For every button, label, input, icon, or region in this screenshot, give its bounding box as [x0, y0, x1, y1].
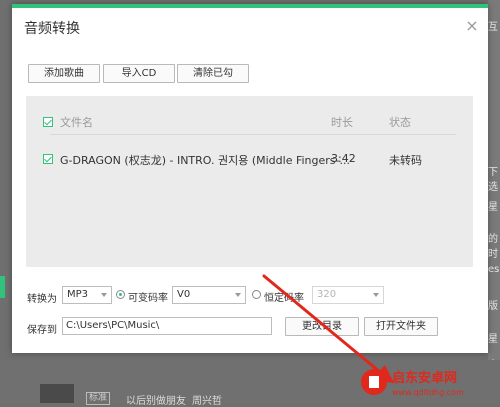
save-to-label: 保存到	[27, 325, 57, 336]
convert-format-label: 转换为	[27, 294, 57, 305]
backdrop-fragment: es	[488, 264, 500, 275]
close-icon[interactable]: ×	[464, 18, 480, 34]
column-header-filename: 文件名	[60, 116, 93, 129]
watermark-url: www.qdltdhg.com	[392, 388, 464, 397]
vbr-select[interactable]: V0	[172, 286, 246, 304]
format-select[interactable]: MP3	[62, 286, 112, 304]
backdrop-fragment: 下选	[488, 167, 498, 193]
row-status: 未转码	[389, 154, 422, 167]
backdrop-fragment: 星	[488, 334, 498, 345]
chevron-down-icon	[101, 293, 107, 297]
row-duration: 3:42	[331, 152, 356, 165]
import-cd-button[interactable]: 导入CD	[103, 64, 175, 83]
cbr-label: 恒定码率	[264, 293, 304, 304]
album-thumbnail	[40, 384, 74, 403]
watermark-brand: 启东安卓网	[392, 370, 457, 386]
add-song-button[interactable]: 添加歌曲	[28, 64, 100, 83]
row-checkbox[interactable]	[43, 154, 53, 164]
dialog-title: 音频转换	[24, 21, 80, 37]
chevron-down-icon	[235, 293, 241, 297]
audio-convert-dialog: 音频转换 × 添加歌曲 导入CD 清除已勾 文件名 时长 状态 G-DRAGON…	[12, 4, 488, 353]
backdrop-fragment: 互	[488, 22, 498, 33]
quality-badge: 标准	[86, 392, 111, 405]
select-all-checkbox[interactable]	[43, 117, 53, 127]
cbr-radio[interactable]	[252, 290, 261, 299]
row-filename: G-DRAGON (权志龙) - INTRO. 권지용 (Middle Fing…	[60, 154, 350, 167]
backdrop-artist: 周兴哲	[192, 396, 222, 407]
vbr-label: 可变码率	[128, 293, 168, 304]
backdrop-fragment: 版	[488, 301, 498, 312]
clear-checked-button[interactable]: 清除已勾	[177, 64, 249, 83]
change-directory-button[interactable]: 更改目录	[285, 317, 359, 336]
open-folder-button[interactable]: 打开文件夹	[364, 317, 438, 336]
format-select-value: MP3	[67, 289, 89, 300]
backdrop-fragment: 星	[488, 202, 498, 213]
dialog-accent-bar	[12, 4, 488, 8]
cbr-select-value: 320	[317, 289, 337, 300]
backdrop-fragment: 的时	[488, 234, 498, 260]
header-divider	[50, 134, 456, 135]
column-header-status: 状态	[389, 116, 411, 129]
watermark: 启东安卓网 www.qdltdhg.com	[361, 369, 464, 397]
column-header-duration: 时长	[331, 116, 353, 129]
vbr-select-value: V0	[177, 289, 191, 300]
backdrop-active-tab	[0, 276, 5, 298]
save-path-input[interactable]: C:\Users\PC\Music\	[62, 317, 272, 335]
chevron-down-icon	[373, 293, 379, 297]
backdrop-song-title: 以后别做朋友	[126, 396, 186, 407]
cbr-select[interactable]: 320	[312, 286, 384, 304]
vbr-radio[interactable]	[116, 290, 125, 299]
